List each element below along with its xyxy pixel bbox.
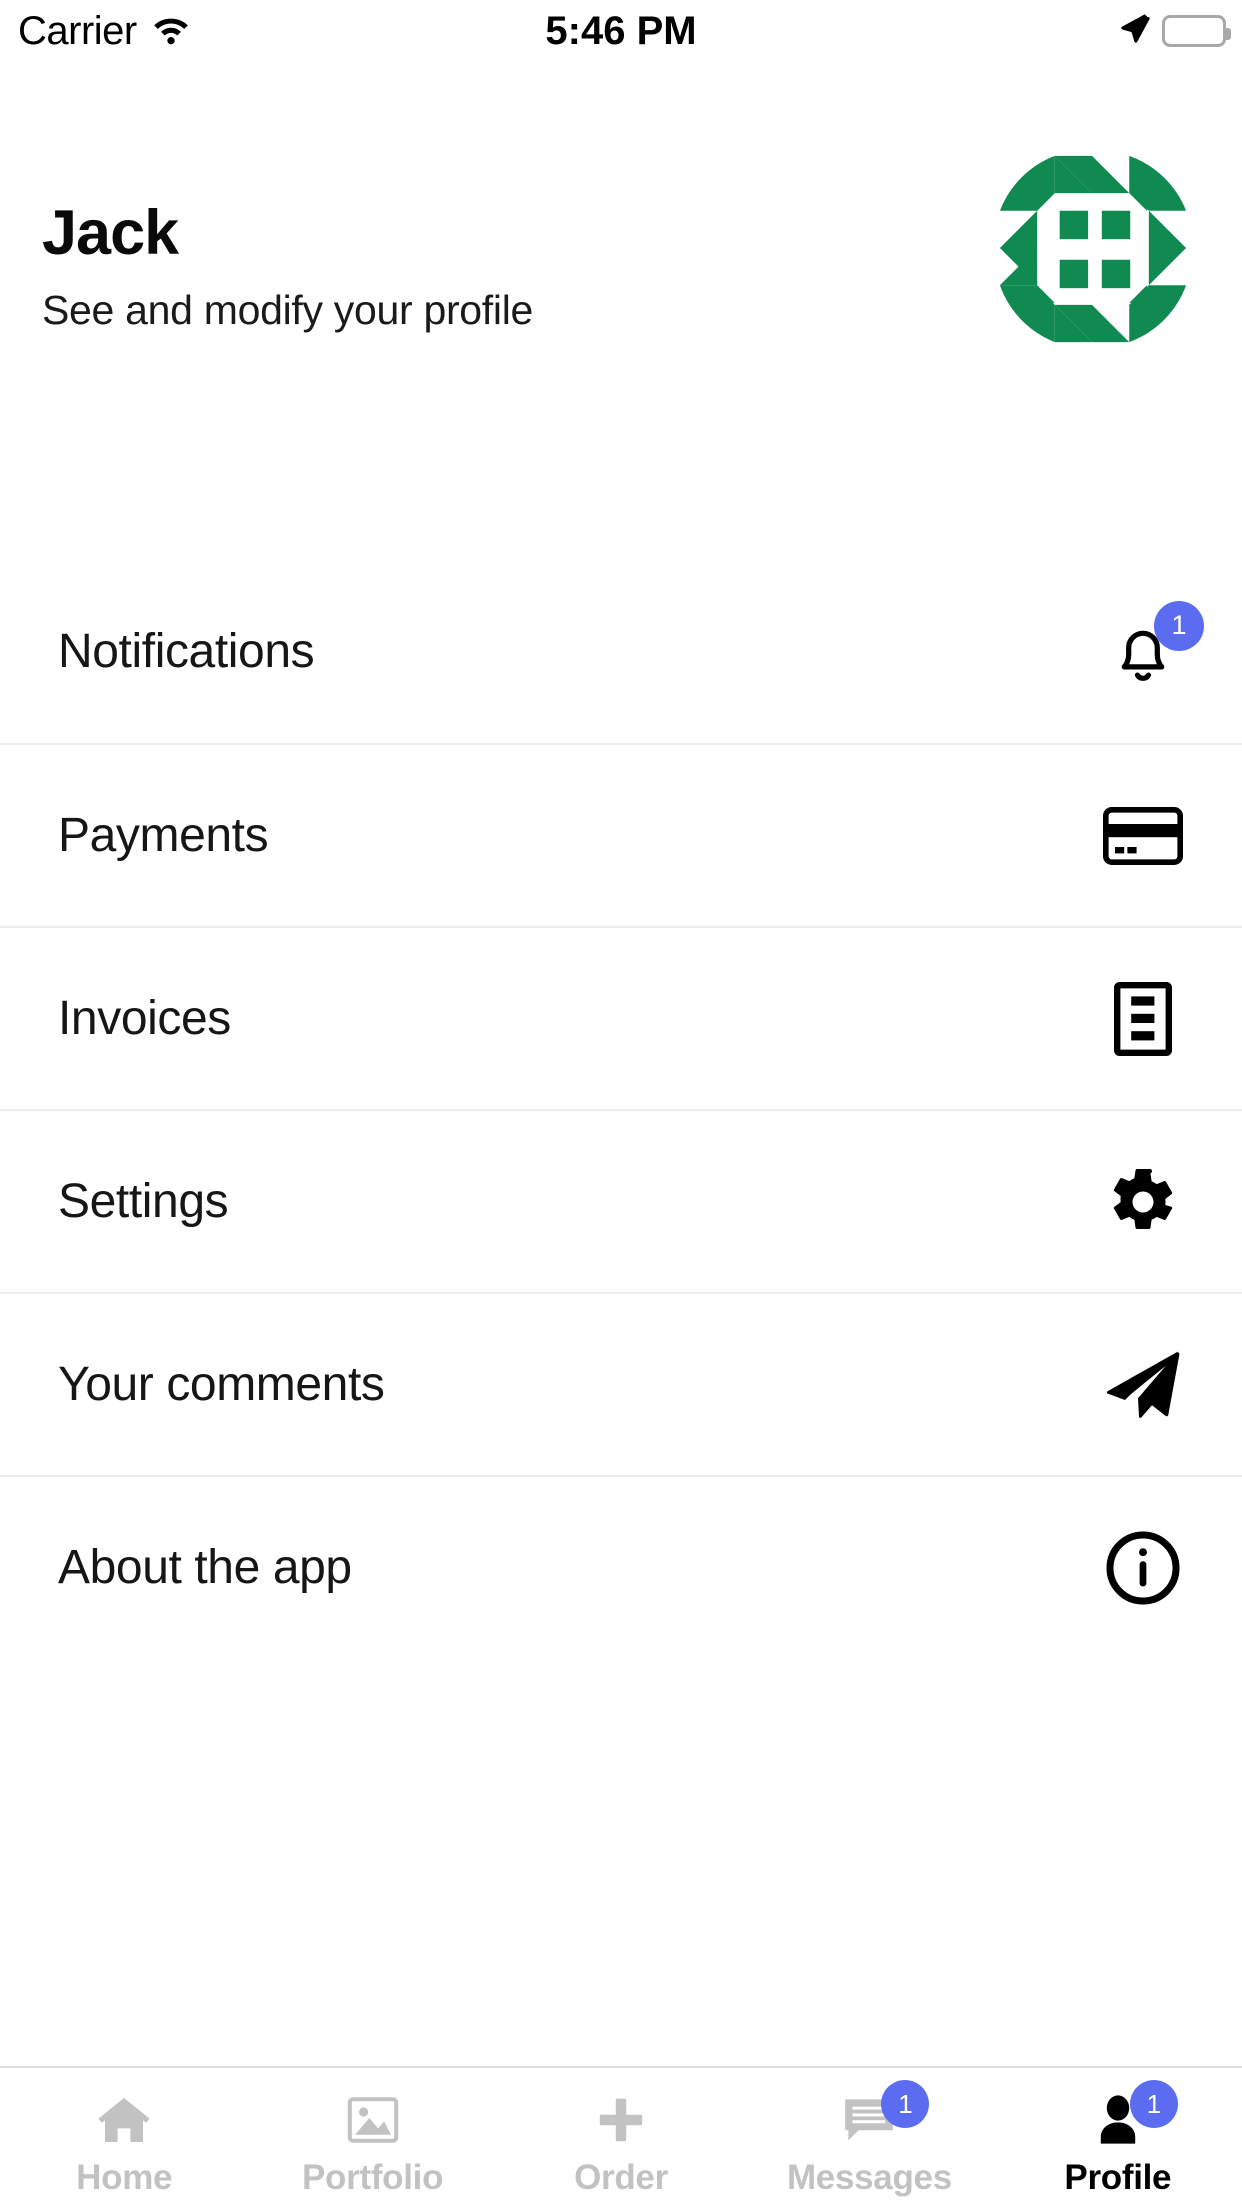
credit-card-icon <box>1100 793 1186 879</box>
bottom-tab-bar: Home Portfolio Order 1 Messages 1 Profil… <box>0 2066 1242 2208</box>
phone-screen: Carrier 5:46 PM Jack See and modify your… <box>0 0 1242 2208</box>
menu-item-your-comments[interactable]: Your comments <box>0 1292 1242 1475</box>
info-circle-icon <box>1100 1525 1186 1611</box>
tab-label: Home <box>76 2158 173 2197</box>
tab-label: Profile <box>1064 2158 1172 2197</box>
menu-item-label: Notifications <box>58 625 315 678</box>
home-icon <box>90 2090 158 2150</box>
header-text-block: Jack See and modify your profile <box>42 202 533 334</box>
image-icon <box>339 2090 407 2150</box>
menu-item-label: Your comments <box>58 1358 385 1411</box>
document-list-icon <box>1100 976 1186 1062</box>
menu-item-label: Invoices <box>58 992 231 1045</box>
tab-label: Order <box>574 2158 668 2197</box>
tab-messages[interactable]: 1 Messages <box>745 2068 993 2208</box>
chat-icon: 1 <box>835 2080 930 2150</box>
menu-item-settings[interactable]: Settings <box>0 1109 1242 1292</box>
profile-menu-list: Notifications 1 Payments Invoices Settin… <box>0 560 1242 1658</box>
page-title: Jack <box>42 198 179 268</box>
gear-icon <box>1100 1159 1186 1245</box>
menu-item-label: Payments <box>58 809 269 862</box>
bell-icon: 1 <box>1100 600 1204 695</box>
clock-label: 5:46 PM <box>545 8 697 53</box>
battery-full-icon <box>1162 15 1231 47</box>
status-bar-right <box>1120 12 1231 51</box>
tab-order[interactable]: Order <box>497 2068 745 2208</box>
profile-header: Jack See and modify your profile <box>0 150 1242 360</box>
tab-profile[interactable]: 1 Profile <box>994 2068 1242 2208</box>
menu-item-notifications[interactable]: Notifications 1 <box>0 560 1242 743</box>
menu-item-about-the-app[interactable]: About the app <box>0 1475 1242 1658</box>
paper-plane-icon <box>1100 1342 1186 1428</box>
app-logo-geometric-mandala <box>994 150 1190 346</box>
menu-item-invoices[interactable]: Invoices <box>0 926 1242 1109</box>
tab-label: Messages <box>786 2158 952 2197</box>
page-subtitle: See and modify your profile <box>42 287 534 333</box>
tab-home[interactable]: Home <box>0 2068 248 2208</box>
tab-label: Portfolio <box>302 2158 444 2197</box>
location-arrow-icon <box>1120 12 1150 51</box>
plus-icon <box>587 2090 655 2150</box>
profile-badge: 1 <box>1129 2080 1178 2128</box>
status-bar: Carrier 5:46 PM <box>0 0 1242 62</box>
messages-badge: 1 <box>881 2080 930 2128</box>
notification-badge: 1 <box>1154 600 1204 651</box>
menu-item-payments[interactable]: Payments <box>0 743 1242 926</box>
person-icon: 1 <box>1084 2080 1178 2150</box>
tab-portfolio[interactable]: Portfolio <box>248 2068 496 2208</box>
menu-item-label: About the app <box>58 1541 352 1594</box>
menu-item-label: Settings <box>58 1175 229 1228</box>
